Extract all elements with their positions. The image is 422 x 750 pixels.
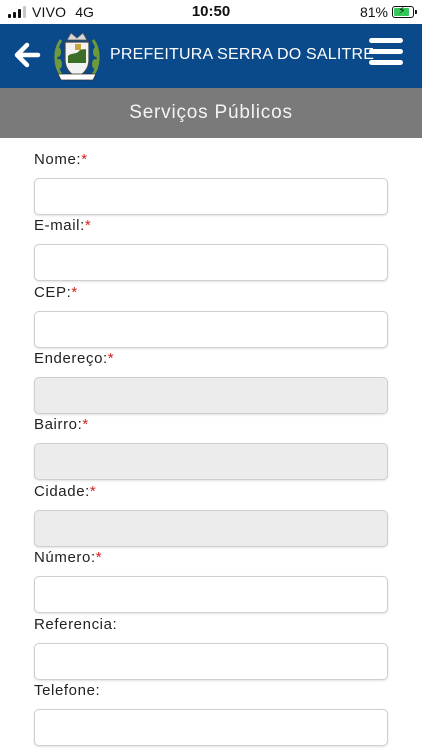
- menu-button[interactable]: [369, 38, 407, 72]
- field-label: Cidade:*: [34, 482, 388, 502]
- field-referencia: Referencia:: [34, 615, 388, 680]
- numero-input[interactable]: [34, 576, 388, 613]
- field-label: Número:*: [34, 548, 388, 568]
- field-label-text: Telefone:: [34, 682, 101, 699]
- field-label: E-mail:*: [34, 216, 388, 236]
- app-header: PREFEITURA SERRA DO SALITRE: [0, 24, 422, 88]
- field-label-text: Bairro:: [34, 416, 83, 433]
- referencia-input[interactable]: [34, 643, 388, 680]
- field-cep: CEP:*: [34, 283, 388, 348]
- field-label: Telefone:: [34, 681, 388, 701]
- telefone-input[interactable]: [34, 709, 388, 746]
- field-label-text: E-mail:: [34, 217, 85, 234]
- field-label: CEP:*: [34, 283, 388, 303]
- cep-input[interactable]: [34, 311, 388, 348]
- bairro-input-disabled: [34, 443, 388, 480]
- required-marker: *: [82, 416, 89, 433]
- required-marker: *: [95, 549, 103, 566]
- city-coat-of-arms-logo: [52, 30, 102, 82]
- required-marker: *: [71, 284, 78, 301]
- required-marker: *: [81, 151, 88, 168]
- field-label-text: Nome:: [34, 151, 82, 168]
- field-telefone: Telefone:: [34, 681, 388, 746]
- status-bar: VIVO 4G 10:50 81% ⚡: [0, 0, 422, 24]
- field-label-text: Referencia:: [34, 616, 118, 633]
- field-label: Nome:*: [34, 150, 388, 170]
- charging-bolt-icon: ⚡: [398, 5, 406, 17]
- app-title: PREFEITURA SERRA DO SALITRE: [110, 46, 375, 63]
- battery-icon: ⚡: [392, 5, 417, 18]
- field-label: Endereço:*: [34, 349, 388, 369]
- field-endereco: Endereço:*: [34, 349, 388, 414]
- section-bar: Serviços Públicos: [0, 88, 422, 138]
- endereco-input-disabled: [34, 377, 388, 414]
- field-nome: Nome:*: [34, 150, 388, 215]
- field-label-text: Número:: [34, 549, 96, 566]
- field-cidade: Cidade:*: [34, 482, 388, 547]
- hamburger-menu-icon: [369, 38, 407, 65]
- section-title: Serviços Públicos: [129, 102, 293, 123]
- field-label: Referencia:: [34, 615, 388, 635]
- required-marker: *: [89, 483, 97, 500]
- back-button[interactable]: [14, 40, 42, 70]
- battery-percentage: 81%: [359, 4, 388, 20]
- field-bairro: Bairro:*: [34, 415, 388, 480]
- cidade-input-disabled: [34, 510, 388, 547]
- email-input[interactable]: [34, 244, 388, 281]
- status-right: 81% ⚡: [359, 4, 417, 20]
- status-time: 10:50: [191, 3, 231, 20]
- field-label-text: Cidade:: [34, 483, 90, 500]
- required-marker: *: [84, 217, 92, 234]
- field-label: Bairro:*: [34, 415, 388, 435]
- field-label-text: Endereço:: [34, 350, 108, 367]
- nome-input[interactable]: [34, 178, 388, 215]
- required-marker: *: [107, 350, 115, 367]
- arrow-left-icon: [14, 42, 41, 68]
- field-numero: Número:*: [34, 548, 388, 613]
- field-email: E-mail:*: [34, 216, 388, 281]
- field-label-text: CEP:: [34, 284, 72, 301]
